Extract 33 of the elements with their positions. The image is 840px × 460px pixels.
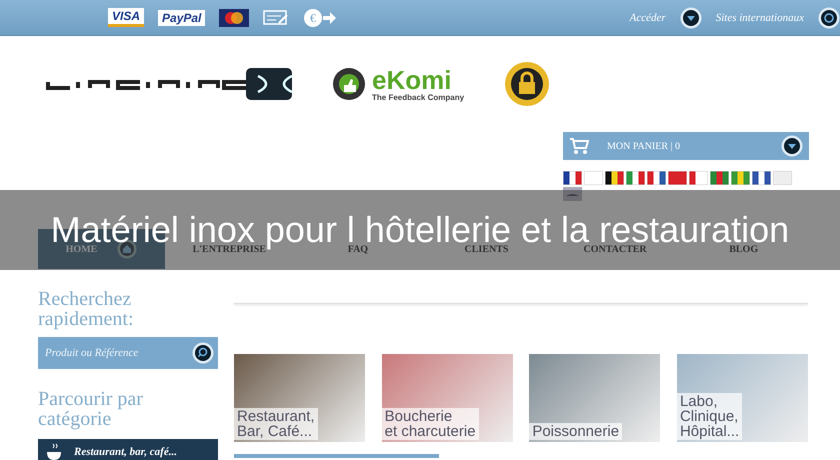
dropdown-icon[interactable] (781, 135, 803, 157)
nav-tab[interactable]: CLIENTS (464, 244, 508, 254)
access-link[interactable]: Accéder (630, 12, 666, 24)
payment-logo: PayPal (158, 10, 206, 26)
international-sites-link[interactable]: Sites internationaux (716, 12, 804, 24)
search-bar[interactable]: Produit ou Référence (38, 337, 218, 369)
category-card[interactable]: Labo, Clinique, Hôpital... (676, 354, 808, 442)
padlock-seal-icon (504, 61, 550, 107)
cheque-icon (263, 8, 290, 26)
euro-sign: € (310, 10, 316, 24)
search-field[interactable]: Produit ou Référence (43, 346, 192, 360)
nav-tab[interactable]: FAQ (348, 244, 368, 254)
cart-label: MON PANIER | 0 (607, 140, 682, 152)
dropdown-icon[interactable] (680, 6, 702, 28)
card-logo-icon (219, 8, 250, 26)
cart-icon (569, 137, 589, 155)
browse-heading: Parcourir par catégorie (38, 389, 144, 429)
ekomi-name: eKomi (372, 66, 452, 92)
category-card[interactable]: Restaurant, Bar, Café... (234, 354, 365, 442)
thumbs-up-seal-icon (332, 67, 366, 101)
search-heading: Recherchez rapidement: (38, 289, 135, 329)
nav-tab[interactable]: L'ENTREPRISE (192, 244, 266, 254)
ekomi-tagline: The Feedback Company (372, 92, 464, 102)
category-card[interactable]: Poissonnerie (529, 354, 660, 442)
cart-bar[interactable]: MON PANIER | 0 (563, 132, 809, 160)
category-card[interactable]: Boucherie et charcuterie (382, 354, 513, 442)
brand-logo-drawing[interactable] (46, 66, 292, 102)
nav-tab[interactable]: BLOG (729, 244, 758, 254)
globe-icon[interactable] (818, 6, 840, 28)
payment-logo: VISA (108, 8, 144, 27)
nav-tab[interactable]: CONTACTER (584, 244, 647, 254)
search-icon[interactable] (192, 342, 214, 364)
category-item[interactable]: Restaurant, bar, café... (38, 439, 218, 460)
